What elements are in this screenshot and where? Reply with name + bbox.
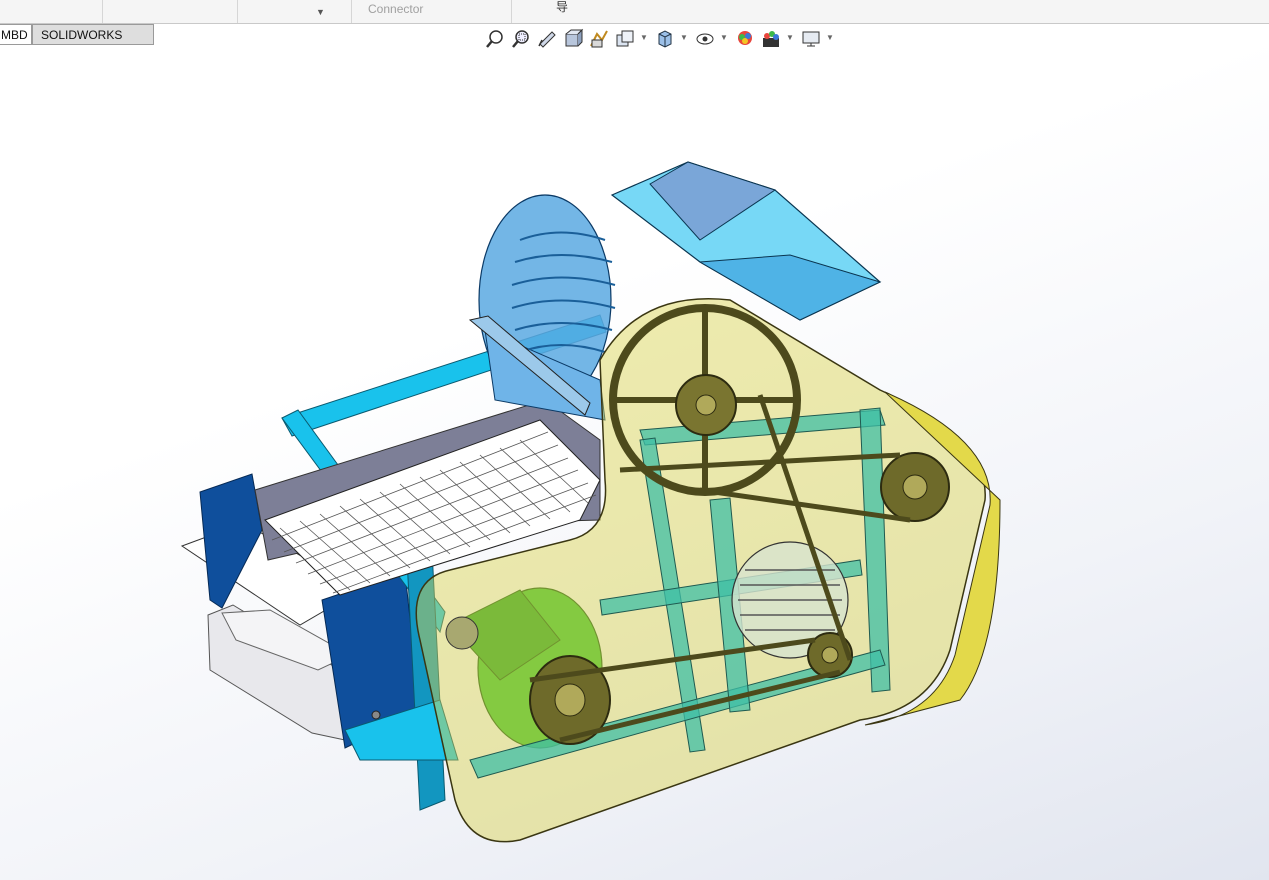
- idler-hub: [902, 474, 928, 500]
- view-orientation-icon[interactable]: [614, 28, 636, 50]
- display-style-icon[interactable]: [654, 28, 676, 50]
- connector-command[interactable]: Connector: [352, 0, 512, 23]
- previous-view-icon[interactable]: [536, 28, 558, 50]
- command-bar: ▼ Connector 导: [0, 0, 1269, 24]
- command-cell-3[interactable]: ▼: [238, 0, 352, 23]
- view-settings-dropdown-icon[interactable]: ▼: [826, 33, 834, 42]
- hide-show-dropdown-icon[interactable]: ▼: [720, 33, 728, 42]
- tab-solidworks-cam[interactable]: SOLIDWORKS CAM: [32, 24, 154, 62]
- zoom-to-area-icon[interactable]: [510, 28, 532, 50]
- hide-show-items-icon[interactable]: [694, 28, 716, 50]
- fan-pulley-hub: [554, 683, 586, 717]
- apply-scene-dropdown-icon[interactable]: ▼: [786, 33, 794, 42]
- machine-3d-model[interactable]: [0, 45, 1269, 880]
- tab-mbd-label: MBD: [1, 28, 28, 42]
- apply-scene-icon[interactable]: [760, 28, 782, 50]
- view-settings-icon[interactable]: [800, 28, 822, 50]
- dynamic-annotation-icon[interactable]: [588, 28, 610, 50]
- connector-label: Connector: [368, 2, 424, 16]
- view-orientation-dropdown-icon[interactable]: ▼: [640, 33, 648, 42]
- edit-appearance-icon[interactable]: [734, 28, 756, 50]
- tab-mbd[interactable]: MBD: [0, 24, 32, 45]
- shaft-hub: [695, 394, 717, 416]
- zoom-to-fit-icon[interactable]: [484, 28, 506, 50]
- command-cell-2[interactable]: [103, 0, 238, 23]
- display-style-dropdown-icon[interactable]: ▼: [680, 33, 688, 42]
- panel-bolt: [371, 710, 381, 720]
- dropdown-caret-icon[interactable]: ▼: [316, 3, 325, 21]
- command-cell-1[interactable]: [0, 0, 103, 23]
- guide-glyph: 导: [556, 0, 569, 14]
- section-view-icon[interactable]: [562, 28, 584, 50]
- graphics-viewport[interactable]: ▼ ▼ ▼ ▼ ▼: [0, 28, 1269, 880]
- bearing-left: [445, 616, 479, 650]
- motor-pulley-hub: [821, 646, 839, 664]
